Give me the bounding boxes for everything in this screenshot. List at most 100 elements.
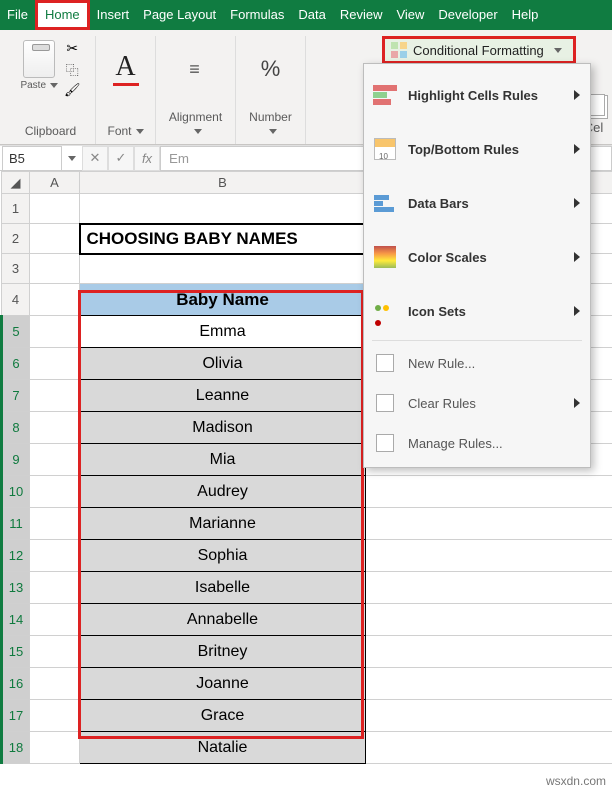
name-cell[interactable]: Olivia xyxy=(80,348,366,380)
name-cell[interactable]: Mia xyxy=(80,444,366,476)
row-header[interactable]: 15 xyxy=(2,636,30,668)
menu-icon-sets[interactable]: Icon Sets xyxy=(364,284,590,338)
row-header[interactable]: 2 xyxy=(2,224,30,254)
cell[interactable] xyxy=(366,636,612,668)
percent-icon[interactable]: % xyxy=(261,56,281,82)
cell[interactable] xyxy=(30,194,80,224)
row-header[interactable]: 10 xyxy=(2,476,30,508)
col-A-header[interactable]: A xyxy=(30,172,80,194)
menu-data-bars[interactable]: Data Bars xyxy=(364,176,590,230)
tab-view[interactable]: View xyxy=(389,0,431,30)
chevron-down-icon[interactable] xyxy=(269,129,277,134)
tab-review[interactable]: Review xyxy=(333,0,390,30)
cell[interactable] xyxy=(30,284,80,316)
row-header[interactable]: 12 xyxy=(2,540,30,572)
row-header[interactable]: 8 xyxy=(2,412,30,444)
chevron-down-icon[interactable] xyxy=(136,129,144,134)
cell[interactable] xyxy=(30,700,80,732)
menu-highlight-cells[interactable]: Highlight Cells Rules xyxy=(364,68,590,122)
font-icon[interactable]: A xyxy=(115,53,135,81)
tab-home[interactable]: Home xyxy=(35,0,90,30)
select-all-corner[interactable]: ◢ xyxy=(2,172,30,194)
cell[interactable] xyxy=(30,732,80,764)
row-header[interactable]: 13 xyxy=(2,572,30,604)
tab-formulas[interactable]: Formulas xyxy=(223,0,291,30)
cell[interactable] xyxy=(366,604,612,636)
row-header[interactable]: 1 xyxy=(2,194,30,224)
column-header-cell[interactable]: Baby Name xyxy=(80,284,366,316)
cell[interactable] xyxy=(366,476,612,508)
name-cell[interactable]: Grace xyxy=(80,700,366,732)
col-B-header[interactable]: B xyxy=(80,172,366,194)
tab-developer[interactable]: Developer xyxy=(431,0,504,30)
copy-icon[interactable]: ⿻ xyxy=(64,60,81,79)
menu-color-scales[interactable]: Color Scales xyxy=(364,230,590,284)
cut-icon[interactable]: ✂ xyxy=(64,40,81,57)
name-box[interactable] xyxy=(2,146,62,171)
name-cell[interactable]: Leanne xyxy=(80,380,366,412)
cell[interactable] xyxy=(30,380,80,412)
row-header[interactable]: 7 xyxy=(2,380,30,412)
row-header[interactable]: 5 xyxy=(2,316,30,348)
cell[interactable] xyxy=(30,508,80,540)
cell[interactable] xyxy=(30,444,80,476)
paste-label[interactable]: Paste xyxy=(20,80,58,91)
name-cell[interactable]: Britney xyxy=(80,636,366,668)
row-header[interactable]: 3 xyxy=(2,254,30,284)
chevron-down-icon[interactable] xyxy=(194,129,202,134)
name-cell[interactable]: Annabelle xyxy=(80,604,366,636)
title-cell[interactable]: CHOOSING BABY NAMES xyxy=(80,224,366,254)
tab-help[interactable]: Help xyxy=(505,0,546,30)
row-header[interactable]: 9 xyxy=(2,444,30,476)
name-cell[interactable]: Marianne xyxy=(80,508,366,540)
cell[interactable] xyxy=(30,348,80,380)
enter-formula-button[interactable]: ✓ xyxy=(108,146,134,171)
name-cell[interactable]: Emma xyxy=(80,316,366,348)
cell[interactable] xyxy=(366,540,612,572)
cell[interactable] xyxy=(80,254,366,284)
tab-insert[interactable]: Insert xyxy=(90,0,137,30)
conditional-formatting-button[interactable]: Conditional Formatting xyxy=(382,36,576,64)
cell[interactable] xyxy=(366,572,612,604)
name-cell[interactable]: Sophia xyxy=(80,540,366,572)
row-header[interactable]: 6 xyxy=(2,348,30,380)
row-header[interactable]: 16 xyxy=(2,668,30,700)
cell[interactable] xyxy=(366,508,612,540)
paste-icon[interactable] xyxy=(23,40,55,78)
cell[interactable] xyxy=(30,316,80,348)
name-cell[interactable]: Audrey xyxy=(80,476,366,508)
name-box-dropdown[interactable] xyxy=(68,156,76,161)
cancel-formula-button[interactable]: ✕ xyxy=(82,146,108,171)
name-cell[interactable]: Natalie xyxy=(80,732,366,764)
row-header[interactable]: 17 xyxy=(2,700,30,732)
tab-file[interactable]: File xyxy=(0,0,35,30)
row-header[interactable]: 11 xyxy=(2,508,30,540)
menu-top-bottom[interactable]: 10 Top/Bottom Rules xyxy=(364,122,590,176)
cell[interactable] xyxy=(366,668,612,700)
cell[interactable] xyxy=(30,224,80,254)
tab-data[interactable]: Data xyxy=(291,0,332,30)
cell[interactable] xyxy=(30,254,80,284)
cell[interactable] xyxy=(30,636,80,668)
name-cell[interactable]: Joanne xyxy=(80,668,366,700)
format-painter-icon[interactable]: 🖌 xyxy=(64,82,81,98)
row-header[interactable]: 14 xyxy=(2,604,30,636)
row-header[interactable]: 18 xyxy=(2,732,30,764)
cell[interactable] xyxy=(30,412,80,444)
cell[interactable] xyxy=(30,604,80,636)
menu-manage-rules[interactable]: Manage Rules... xyxy=(364,423,590,463)
alignment-icon[interactable]: ≡ xyxy=(189,59,202,80)
name-cell[interactable]: Madison xyxy=(80,412,366,444)
tab-page-layout[interactable]: Page Layout xyxy=(136,0,223,30)
cell[interactable] xyxy=(30,540,80,572)
cell[interactable] xyxy=(80,194,366,224)
cell[interactable] xyxy=(30,572,80,604)
row-header[interactable]: 4 xyxy=(2,284,30,316)
name-cell[interactable]: Isabelle xyxy=(80,572,366,604)
cell[interactable] xyxy=(30,476,80,508)
insert-function-button[interactable]: fx xyxy=(134,146,160,171)
cell[interactable] xyxy=(366,732,612,764)
menu-new-rule[interactable]: New Rule... xyxy=(364,343,590,383)
menu-clear-rules[interactable]: Clear Rules xyxy=(364,383,590,423)
cell[interactable] xyxy=(366,700,612,732)
